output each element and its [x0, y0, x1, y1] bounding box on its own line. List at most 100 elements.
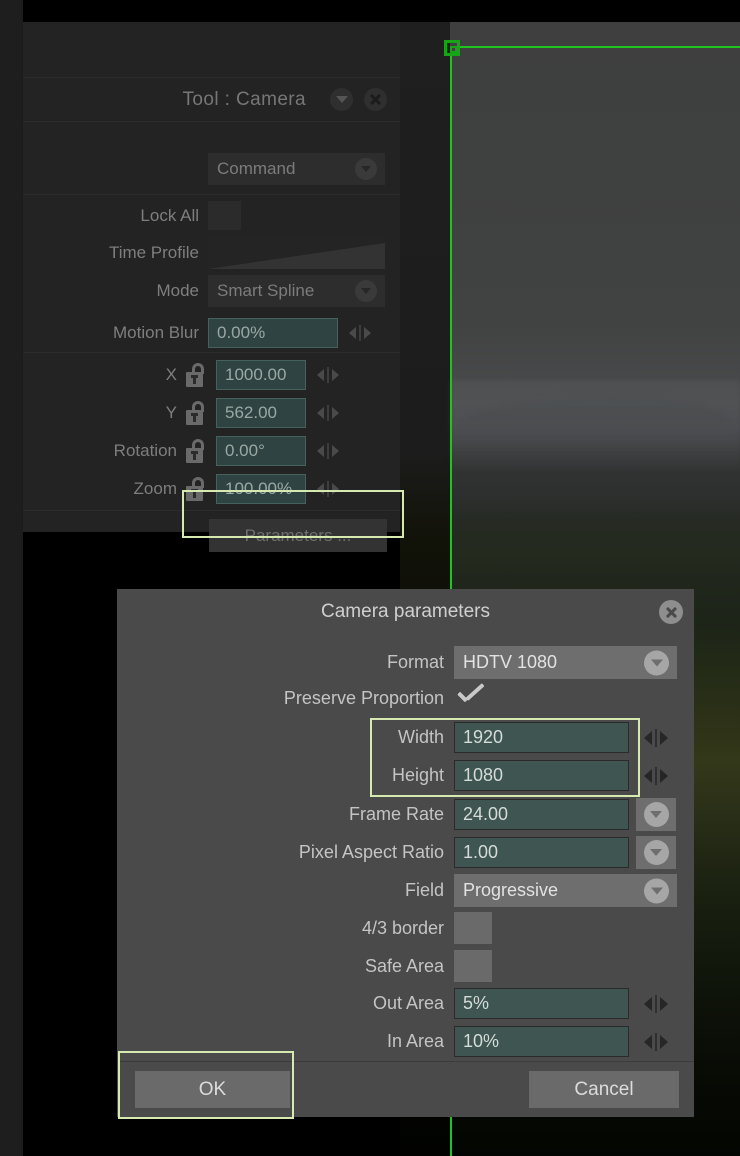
y-label: Y: [165, 403, 177, 422]
lock-open-icon[interactable]: [186, 439, 208, 463]
tool-panel-title: Tool : Camera: [182, 88, 306, 110]
field-value: Progressive: [463, 880, 559, 900]
motion-blur-input[interactable]: 0.00%: [208, 318, 338, 348]
close-icon[interactable]: [364, 88, 387, 111]
y-input[interactable]: 562.00: [216, 398, 306, 428]
format-value: HDTV 1080: [463, 652, 558, 672]
app-root: Tool : Camera Command Lock All Time Prof…: [0, 0, 740, 1156]
pixel-aspect-ratio-row: Pixel Aspect Ratio 1.00: [117, 836, 694, 869]
width-row: Width 1920: [117, 722, 694, 753]
cancel-button-label: Cancel: [574, 1078, 634, 1100]
parameters-button-label: Parameters ...: [244, 525, 352, 545]
chevron-down-icon[interactable]: [643, 840, 669, 865]
border-43-row: 4/3 border: [117, 912, 694, 944]
dialog-title-label: Camera parameters: [321, 600, 490, 622]
motion-blur-stepper[interactable]: [348, 324, 372, 342]
in-area-stepper[interactable]: [643, 1032, 669, 1052]
pixel-aspect-ratio-input[interactable]: 1.00: [454, 837, 629, 868]
width-label: Width: [397, 727, 444, 747]
out-area-label: Out Area: [372, 993, 444, 1013]
height-label: Height: [391, 765, 444, 785]
close-icon[interactable]: [659, 600, 683, 624]
tool-panel-divider-4: [23, 510, 400, 511]
pixel-aspect-ratio-dropdown[interactable]: [636, 836, 676, 869]
out-area-value: 5%: [463, 993, 490, 1013]
motion-blur-label: Motion Blur: [113, 323, 199, 342]
camera-frame-top-edge: [450, 46, 740, 48]
safe-area-row: Safe Area: [117, 950, 694, 982]
motion-blur-value: 0.00%: [217, 323, 266, 342]
x-input[interactable]: 1000.00: [216, 360, 306, 390]
zoom-input[interactable]: 100.00%: [216, 474, 306, 504]
command-dropdown[interactable]: Command: [208, 153, 385, 185]
frame-rate-row: Frame Rate 24.00: [117, 798, 694, 831]
width-stepper[interactable]: [643, 728, 669, 748]
in-area-input[interactable]: 10%: [454, 1026, 629, 1057]
viewport-left-strip-inner: [0, 0, 21, 1156]
ok-button[interactable]: OK: [135, 1071, 290, 1108]
height-stepper[interactable]: [643, 766, 669, 786]
chevron-down-icon[interactable]: [643, 802, 669, 827]
camera-parameters-dialog: Camera parameters Format HDTV 1080 Prese…: [117, 589, 694, 1117]
tool-panel-header: Tool : Camera: [23, 78, 400, 121]
out-area-row: Out Area 5%: [117, 988, 694, 1019]
parameters-button[interactable]: Parameters ...: [209, 519, 387, 552]
chevron-down-icon[interactable]: [644, 878, 669, 903]
height-input[interactable]: 1080: [454, 760, 629, 791]
border-43-label: 4/3 border: [361, 917, 444, 938]
tool-panel-divider-3: [23, 352, 400, 353]
chevron-down-icon[interactable]: [355, 158, 377, 180]
x-row: X 1000.00: [23, 360, 400, 390]
out-area-input[interactable]: 5%: [454, 988, 629, 1019]
lock-open-icon[interactable]: [186, 401, 208, 425]
field-dropdown[interactable]: Progressive: [454, 874, 677, 907]
chevron-down-icon[interactable]: [644, 650, 669, 675]
x-value: 1000.00: [225, 365, 287, 384]
checkmark-icon[interactable]: [454, 686, 488, 710]
time-profile-ramp[interactable]: [208, 236, 385, 269]
camera-corner-handle-inner-icon: [450, 46, 457, 53]
format-dropdown[interactable]: HDTV 1080: [454, 646, 677, 679]
command-row: Command: [23, 153, 400, 185]
frame-rate-input[interactable]: 24.00: [454, 799, 629, 830]
field-row: Field Progressive: [117, 874, 694, 907]
rotation-label: Rotation: [113, 441, 177, 460]
rotation-stepper[interactable]: [316, 442, 340, 460]
height-value: 1080: [463, 765, 504, 785]
chevron-down-icon[interactable]: [330, 88, 353, 111]
zoom-stepper[interactable]: [316, 480, 340, 498]
frame-rate-label: Frame Rate: [348, 804, 444, 824]
dialog-title: Camera parameters: [117, 589, 694, 634]
x-label: X: [165, 365, 177, 384]
in-area-label: In Area: [386, 1031, 444, 1051]
format-label: Format: [386, 652, 444, 672]
frame-rate-value: 24.00: [463, 804, 509, 824]
field-label: Field: [404, 880, 444, 900]
dialog-footer-divider: [117, 1061, 694, 1062]
width-input[interactable]: 1920: [454, 722, 629, 753]
lock-open-icon[interactable]: [186, 363, 208, 387]
y-value: 562.00: [225, 403, 277, 422]
width-value: 1920: [463, 727, 504, 747]
height-row: Height 1080: [117, 760, 694, 791]
frame-rate-dropdown[interactable]: [636, 798, 676, 831]
border-43-checkbox[interactable]: [454, 912, 492, 944]
out-area-stepper[interactable]: [643, 994, 669, 1014]
viewport-top-bar: [23, 0, 740, 22]
cancel-button[interactable]: Cancel: [529, 1071, 679, 1108]
ok-button-label: OK: [198, 1078, 227, 1100]
pixel-aspect-ratio-value: 1.00: [463, 842, 499, 862]
zoom-label: Zoom: [133, 479, 177, 498]
x-stepper[interactable]: [316, 366, 340, 384]
rotation-input[interactable]: 0.00°: [216, 436, 306, 466]
rotation-row: Rotation 0.00°: [23, 436, 400, 466]
safe-area-checkbox[interactable]: [454, 950, 492, 982]
lock-all-label: Lock All: [140, 205, 199, 225]
lock-all-checkbox[interactable]: [208, 201, 241, 230]
format-row: Format HDTV 1080: [117, 646, 694, 679]
command-dropdown-value: Command: [217, 159, 296, 178]
in-area-row: In Area 10%: [117, 1026, 694, 1057]
lock-open-icon[interactable]: [186, 477, 208, 501]
y-stepper[interactable]: [316, 404, 340, 422]
viewport-haze: [450, 380, 740, 470]
